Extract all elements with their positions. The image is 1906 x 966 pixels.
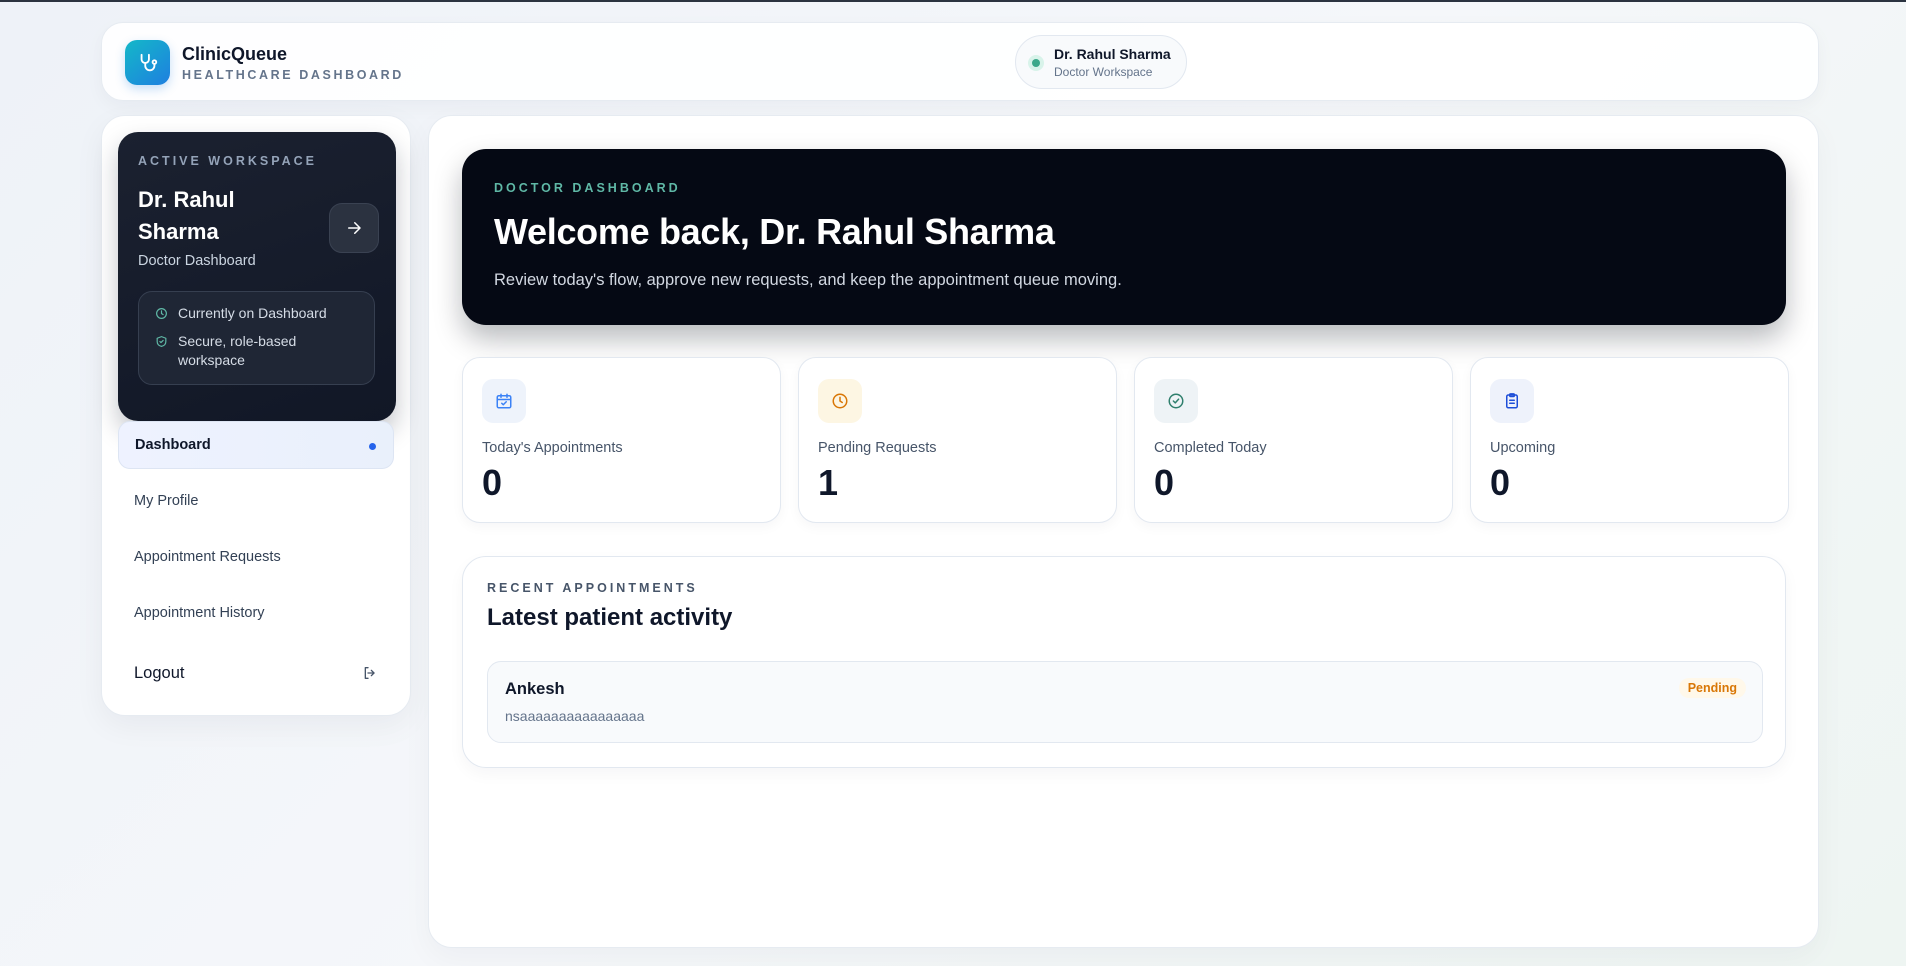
- stat-value: 0: [482, 462, 503, 503]
- workspace-open-button[interactable]: [329, 203, 379, 253]
- workspace-role: Doctor Dashboard: [138, 253, 256, 269]
- clock-icon: [156, 308, 167, 319]
- recent-kicker: RECENT APPOINTMENTS: [487, 581, 698, 595]
- user-role: Doctor Workspace: [1054, 65, 1153, 79]
- brand-name: ClinicQueue: [182, 44, 288, 64]
- stat-label: Today's Appointments: [482, 440, 623, 456]
- stat-value: 0: [1490, 462, 1511, 503]
- check-circle-icon: [1154, 379, 1198, 423]
- appointment-row[interactable]: Ankesh nsaaaaaaaaaaaaaaaa Pending: [487, 661, 1763, 743]
- patient-name: Ankesh: [505, 680, 565, 698]
- workspace-info-box: Currently on Dashboard Secure, role-base…: [138, 291, 375, 385]
- main-panel: DOCTOR DASHBOARD Welcome back, Dr. Rahul…: [428, 115, 1819, 948]
- appointment-detail: nsaaaaaaaaaaaaaaaa: [505, 708, 645, 724]
- stat-label: Pending Requests: [818, 440, 937, 456]
- workspace-kicker: ACTIVE WORKSPACE: [138, 154, 318, 168]
- clipboard-icon: [1490, 379, 1534, 423]
- sidebar-item-appointment-requests[interactable]: Appointment Requests: [118, 533, 394, 581]
- current-page-text: Currently on Dashboard: [178, 305, 327, 321]
- user-pill[interactable]: Dr. Rahul Sharma Doctor Workspace: [1015, 35, 1187, 89]
- calendar-icon: [482, 379, 526, 423]
- stat-value: 0: [1154, 462, 1175, 503]
- hero-kicker: DOCTOR DASHBOARD: [494, 181, 681, 195]
- sidebar-item-label: My Profile: [134, 493, 199, 509]
- user-name: Dr. Rahul Sharma: [1054, 46, 1171, 62]
- logout-label: Logout: [134, 663, 185, 682]
- workspace-card: ACTIVE WORKSPACE Dr. Rahul Sharma Doctor…: [118, 132, 396, 421]
- page-title: Welcome back, Dr. Rahul Sharma: [494, 211, 1055, 252]
- sidebar-item-label: Appointment History: [134, 605, 265, 621]
- secure-row: Secure, role-based workspace: [155, 332, 355, 370]
- sidebar-item-appointment-history[interactable]: Appointment History: [118, 589, 394, 637]
- sidebar: ACTIVE WORKSPACE Dr. Rahul Sharma Doctor…: [101, 115, 411, 716]
- welcome-hero: DOCTOR DASHBOARD Welcome back, Dr. Rahul…: [462, 149, 1786, 325]
- logout-icon: [364, 667, 375, 679]
- sidebar-item-label: Dashboard: [135, 437, 211, 453]
- online-status-icon: [1028, 55, 1044, 71]
- stat-label: Completed Today: [1154, 440, 1267, 456]
- workspace-name: Dr. Rahul Sharma: [138, 187, 235, 244]
- brand-subtitle: HEALTHCARE DASHBOARD: [182, 68, 404, 82]
- shield-check-icon: [156, 336, 167, 347]
- secure-text: Secure, role-based workspace: [178, 333, 297, 368]
- sidebar-item-my-profile[interactable]: My Profile: [118, 477, 394, 525]
- arrow-right-icon: [348, 222, 361, 234]
- stat-label: Upcoming: [1490, 440, 1556, 456]
- sidebar-item-dashboard[interactable]: Dashboard: [118, 421, 394, 469]
- stethoscope-icon[interactable]: [125, 40, 170, 85]
- active-indicator-dot: [369, 443, 376, 450]
- stat-card-pending-requests[interactable]: Pending Requests 1: [798, 357, 1117, 523]
- recent-appointments-card: RECENT APPOINTMENTS Latest patient activ…: [462, 556, 1786, 768]
- stat-card-upcoming[interactable]: Upcoming 0: [1470, 357, 1789, 523]
- hero-subtitle: Review today's flow, approve new request…: [494, 271, 1122, 289]
- stat-card-completed-today[interactable]: Completed Today 0: [1134, 357, 1453, 523]
- top-header: ClinicQueue HEALTHCARE DASHBOARD Dr. Rah…: [101, 22, 1819, 101]
- current-page-row: Currently on Dashboard: [155, 304, 327, 323]
- stat-card-todays-appointments[interactable]: Today's Appointments 0: [462, 357, 781, 523]
- logout-button[interactable]: Logout: [118, 649, 394, 697]
- sidebar-item-label: Appointment Requests: [134, 549, 281, 565]
- status-badge: Pending: [1678, 678, 1746, 698]
- recent-title: Latest patient activity: [487, 604, 733, 631]
- window-top-border: [0, 0, 1906, 2]
- stat-value: 1: [818, 462, 839, 503]
- clock-icon: [818, 379, 862, 423]
